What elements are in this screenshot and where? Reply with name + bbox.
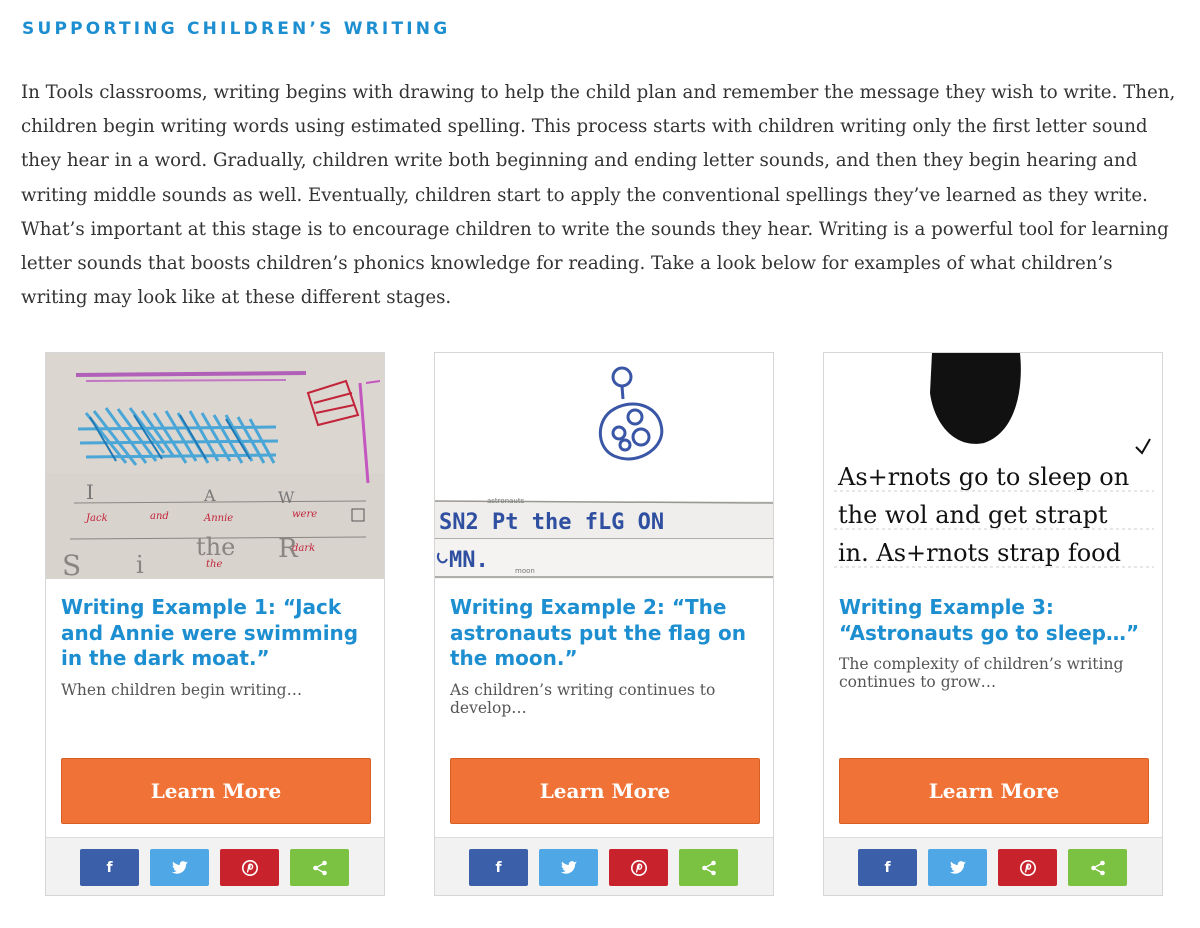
pinterest-share-button[interactable] <box>998 849 1057 886</box>
writing-example-card-3: As+rnots go to sleep on the wol and get … <box>823 352 1163 896</box>
share-bar: f <box>46 837 384 895</box>
svg-text:the: the <box>206 559 222 570</box>
share-button[interactable] <box>290 849 349 886</box>
share-icon <box>701 860 716 875</box>
card-description: As children’s writing continues to devel… <box>450 681 716 717</box>
card-title[interactable]: Writing Example 3: “Astronauts go to sle… <box>839 595 1151 646</box>
card-description: When children begin writing… <box>61 681 303 699</box>
learn-more-button[interactable]: Learn More <box>450 758 760 824</box>
pinterest-icon <box>1019 859 1036 876</box>
card-title[interactable]: Writing Example 1: “Jack and Annie were … <box>61 595 373 672</box>
intro-paragraph: In Tools classrooms, writing begins with… <box>21 82 1176 309</box>
child-writing-astronauts-sleep: As+rnots go to sleep on the wol and get … <box>824 353 1162 579</box>
share-icon <box>312 860 327 875</box>
share-icon <box>1090 860 1105 875</box>
twitter-icon <box>560 860 577 874</box>
writing-sample-image-2[interactable]: SN2 Pt the fLG ON astronauts MN. moon <box>435 353 773 579</box>
svg-text:W: W <box>278 488 295 507</box>
svg-text:and: and <box>150 511 169 522</box>
section-title: SUPPORTING CHILDREN’S WRITING <box>22 19 451 39</box>
share-button[interactable] <box>1068 849 1127 886</box>
pinterest-share-button[interactable] <box>609 849 668 886</box>
writing-example-card-1: I A W Jack and Annie were dark S i the R… <box>45 352 385 896</box>
writing-sample-image-1[interactable]: I A W Jack and Annie were dark S i the R… <box>46 353 384 579</box>
svg-text:astronauts: astronauts <box>487 497 525 505</box>
svg-text:the: the <box>196 533 235 561</box>
writing-sample-image-3[interactable]: As+rnots go to sleep on the wol and get … <box>824 353 1162 579</box>
twitter-share-button[interactable] <box>928 849 987 886</box>
svg-text:R: R <box>278 534 299 564</box>
facebook-share-button[interactable]: f <box>80 849 139 886</box>
pinterest-icon <box>241 859 258 876</box>
child-drawing-jack-annie: I A W Jack and Annie were dark S i the R… <box>46 353 384 579</box>
svg-text:SN2 Pt the fLG ON: SN2 Pt the fLG ON <box>439 510 664 535</box>
svg-text:moon: moon <box>515 567 535 575</box>
writing-example-card-2: SN2 Pt the fLG ON astronauts MN. moon Wr… <box>434 352 774 896</box>
twitter-share-button[interactable] <box>539 849 598 886</box>
svg-text:the wol and get strapt: the wol and get strapt <box>838 501 1108 529</box>
svg-text:were: were <box>292 509 317 520</box>
facebook-icon: f <box>495 859 502 876</box>
learn-more-button[interactable]: Learn More <box>839 758 1149 824</box>
twitter-share-button[interactable] <box>150 849 209 886</box>
svg-text:MN.: MN. <box>449 548 489 573</box>
twitter-icon <box>171 860 188 874</box>
facebook-icon: f <box>884 859 891 876</box>
svg-text:A: A <box>203 486 216 505</box>
share-bar: f <box>435 837 773 895</box>
twitter-icon <box>949 860 966 874</box>
pinterest-share-button[interactable] <box>220 849 279 886</box>
svg-text:Jack: Jack <box>84 513 108 524</box>
share-bar: f <box>824 837 1162 895</box>
card-title[interactable]: Writing Example 2: “The astronauts put t… <box>450 595 762 672</box>
facebook-share-button[interactable]: f <box>858 849 917 886</box>
share-button[interactable] <box>679 849 738 886</box>
pinterest-icon <box>630 859 647 876</box>
svg-text:As+rnots go to sleep on: As+rnots go to sleep on <box>837 463 1129 491</box>
svg-text:S: S <box>62 549 81 579</box>
svg-text:I: I <box>86 480 94 504</box>
svg-text:i: i <box>136 551 144 579</box>
card-description: The complexity of children’s writing con… <box>839 655 1124 691</box>
learn-more-button[interactable]: Learn More <box>61 758 371 824</box>
facebook-share-button[interactable]: f <box>469 849 528 886</box>
facebook-icon: f <box>106 859 113 876</box>
child-drawing-astronauts-flag: SN2 Pt the fLG ON astronauts MN. moon <box>435 353 773 579</box>
svg-text:Annie: Annie <box>203 513 233 524</box>
svg-text:in. As+rnots strap food: in. As+rnots strap food <box>838 539 1121 567</box>
